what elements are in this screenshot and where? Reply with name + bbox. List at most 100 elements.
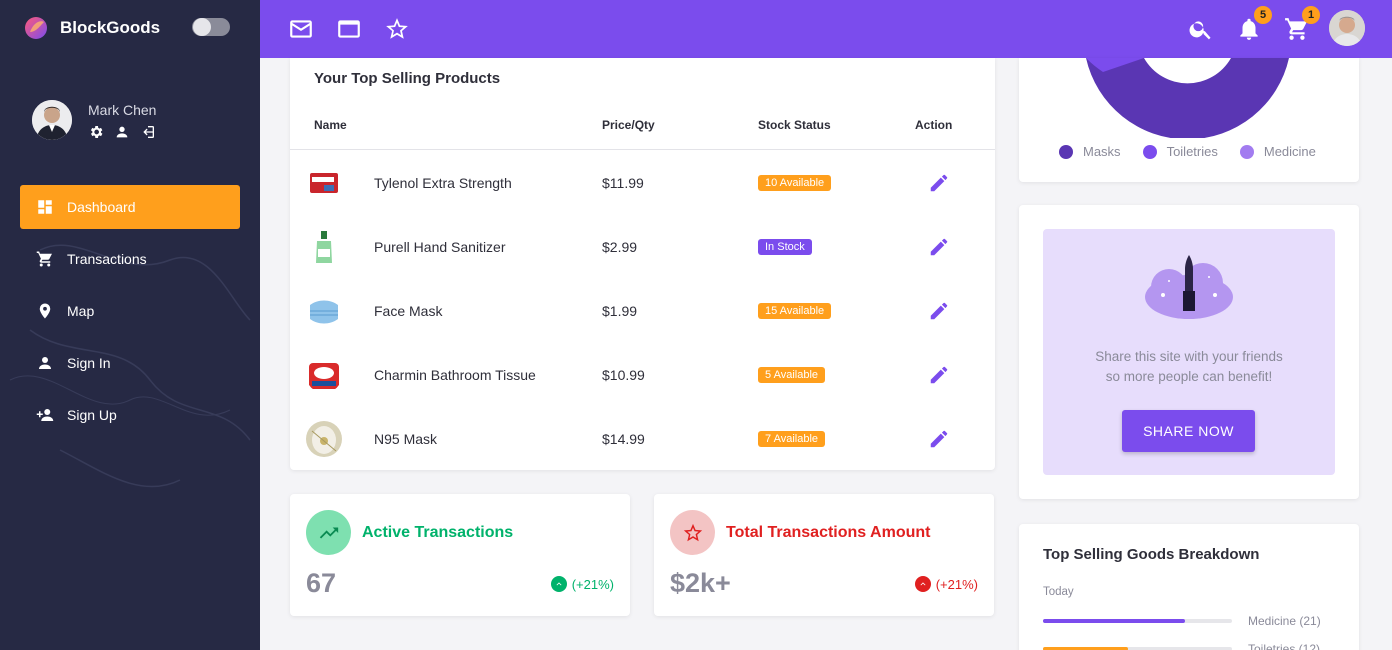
share-line-2: so more people can benefit! xyxy=(1105,369,1273,384)
notifications-button[interactable]: 5 xyxy=(1236,6,1272,42)
donut-segment-masks xyxy=(1086,58,1289,138)
share-message: Share this site with your friends so mor… xyxy=(1043,347,1335,387)
table-row[interactable]: Purell Hand Sanitizer $2.99 In Stock xyxy=(290,214,995,278)
logout-icon[interactable] xyxy=(140,124,156,140)
table-row[interactable]: N95 Mask $14.99 7 Available xyxy=(290,406,995,470)
sidebar-item-label: Dashboard xyxy=(67,199,136,215)
active-transactions-card: Active Transactions 67 (+21%) xyxy=(290,494,630,616)
share-panel: Share this site with your friends so mor… xyxy=(1043,229,1335,475)
stock-status-badge: 10 Available xyxy=(758,175,832,191)
stat-change: (+21%) xyxy=(550,576,614,592)
sidebar-item-sign-in[interactable]: Sign In xyxy=(20,341,240,385)
toggle-knob xyxy=(193,18,211,36)
edit-button[interactable] xyxy=(928,364,950,386)
user-avatar[interactable] xyxy=(32,100,72,140)
progress-label: Medicine (21) xyxy=(1248,614,1321,628)
star-outline-icon xyxy=(386,18,408,39)
stock-status-badge: 7 Available xyxy=(758,431,826,447)
sidebar-item-label: Map xyxy=(67,303,95,319)
edit-button[interactable] xyxy=(928,236,950,258)
product-price: $1.99 xyxy=(602,303,638,319)
profile-avatar[interactable] xyxy=(1329,10,1365,46)
product-name: Tylenol Extra Strength xyxy=(374,175,512,191)
cart-icon xyxy=(36,251,52,267)
column-header-action: Action xyxy=(915,118,953,132)
column-header-name: Name xyxy=(314,118,347,132)
table-row[interactable]: Tylenol Extra Strength $11.99 10 Availab… xyxy=(290,150,995,214)
top-products-card: Your Top Selling Products Name Price/Qty… xyxy=(290,58,995,470)
stat-change-value: (+21%) xyxy=(571,576,614,592)
progress-label: Toiletries (12) xyxy=(1248,642,1321,650)
pencil-icon xyxy=(930,174,948,192)
mail-button[interactable] xyxy=(288,16,314,42)
legend-item: Medicine xyxy=(1239,144,1316,159)
product-name: N95 Mask xyxy=(374,431,438,447)
search-icon xyxy=(1189,21,1211,40)
edit-button[interactable] xyxy=(928,300,950,322)
theme-toggle[interactable] xyxy=(192,18,230,36)
share-now-button[interactable]: SHARE NOW xyxy=(1122,410,1255,452)
pencil-icon xyxy=(930,430,948,448)
column-header-price: Price/Qty xyxy=(602,118,655,132)
person-icon xyxy=(39,357,51,369)
category-donut-card: Masks Toiletries Medicine xyxy=(1019,58,1359,182)
chevron-up-icon xyxy=(914,576,931,592)
stat-change: (+21%) xyxy=(914,576,978,592)
stat-title: Active Transactions xyxy=(362,524,514,541)
sidebar-item-sign-up[interactable]: Sign Up xyxy=(20,393,240,437)
brand-logo-icon xyxy=(25,17,47,39)
favorites-button[interactable] xyxy=(384,16,410,42)
card-title: Top Selling Goods Breakdown xyxy=(1043,546,1260,563)
share-line-1: Share this site with your friends xyxy=(1095,349,1283,364)
settings-gear-icon[interactable] xyxy=(88,124,104,140)
user-panel: Mark Chen xyxy=(32,100,156,140)
sidebar-item-label: Sign In xyxy=(67,355,111,371)
trending-up-icon xyxy=(319,527,338,538)
legend-label: Medicine xyxy=(1263,144,1316,159)
total-transactions-card: Total Transactions Amount $2k+ (+21%) xyxy=(654,494,994,616)
brand[interactable]: BlockGoods xyxy=(24,14,160,42)
sidebar-item-transactions[interactable]: Transactions xyxy=(20,237,240,281)
legend-label: Toiletries xyxy=(1166,144,1218,159)
star-badge xyxy=(670,510,715,555)
stock-status-badge: 15 Available xyxy=(758,303,832,319)
product-price: $11.99 xyxy=(602,175,644,191)
pencil-icon xyxy=(930,302,948,320)
product-name: Face Mask xyxy=(374,303,443,319)
sidebar-item-map[interactable]: Map xyxy=(20,289,240,333)
brand-name: BlockGoods xyxy=(60,18,161,37)
edit-button[interactable] xyxy=(928,172,950,194)
period-label: Today xyxy=(1043,586,1074,598)
table-header: Name Price/Qty Stock Status Action xyxy=(290,118,995,150)
stat-change-value: (+21%) xyxy=(935,576,978,592)
cart-badge: 1 xyxy=(1302,6,1320,24)
goods-breakdown-card: Top Selling Goods Breakdown Today Medici… xyxy=(1019,524,1359,650)
legend-item: Masks xyxy=(1059,144,1121,159)
profile-person-icon[interactable] xyxy=(114,124,130,140)
stat-value: $2k+ xyxy=(670,568,731,598)
donut-legend: Masks Toiletries Medicine xyxy=(1059,144,1338,159)
share-card: Share this site with your friends so mor… xyxy=(1019,205,1359,499)
edit-button[interactable] xyxy=(928,428,950,450)
legend-label: Masks xyxy=(1083,144,1121,159)
browser-window-icon xyxy=(338,20,360,38)
product-price: $10.99 xyxy=(602,367,645,383)
stock-status-badge: In Stock xyxy=(758,239,812,255)
sidebar-item-dashboard[interactable]: Dashboard xyxy=(20,185,240,229)
pencil-icon xyxy=(930,366,948,384)
stock-status-badge: 5 Available xyxy=(758,367,826,383)
table-row[interactable]: Face Mask $1.99 15 Available xyxy=(290,278,995,342)
product-thumbnail xyxy=(306,357,342,393)
product-thumbnail xyxy=(306,229,342,265)
pencil-icon xyxy=(930,238,948,256)
cart-button[interactable]: 1 xyxy=(1284,6,1320,42)
donut-chart xyxy=(1086,58,1289,138)
product-thumbnail xyxy=(306,421,342,457)
mail-icon xyxy=(290,20,312,38)
window-button[interactable] xyxy=(336,16,362,42)
table-row[interactable]: Charmin Bathroom Tissue $10.99 5 Availab… xyxy=(290,342,995,406)
search-button[interactable] xyxy=(1188,16,1214,42)
star-outline-icon xyxy=(683,523,702,541)
sidebar-item-label: Sign Up xyxy=(67,407,117,423)
product-price: $2.99 xyxy=(602,239,638,255)
